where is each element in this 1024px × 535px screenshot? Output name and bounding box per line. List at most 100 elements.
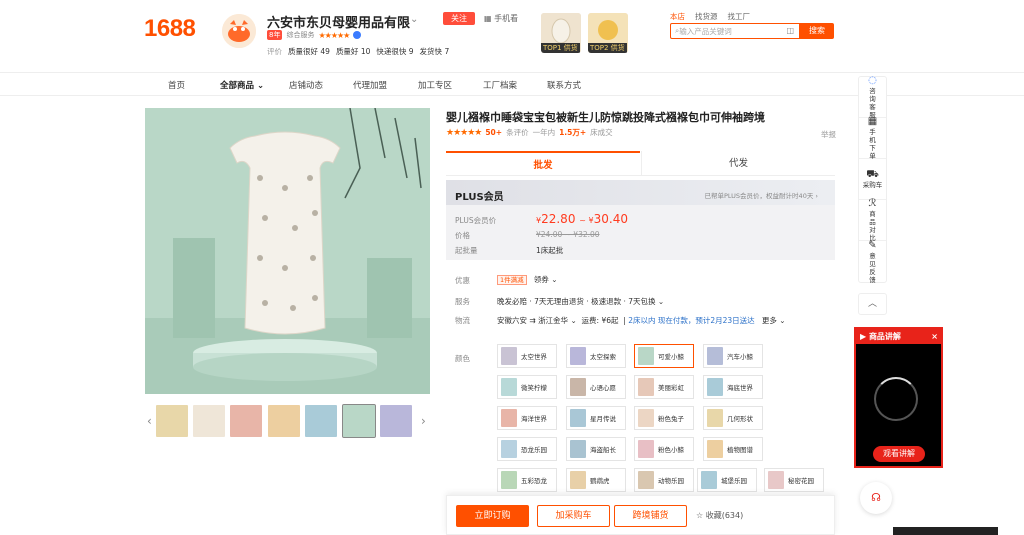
thumbnail-selected[interactable] <box>342 404 376 438</box>
buy-now-button[interactable]: 立即订购 <box>456 505 529 527</box>
score-fast-delivery[interactable]: 快递很快 9 <box>376 46 413 57</box>
qr-icon: ▦ <box>867 116 878 127</box>
color-option[interactable]: 鹦鹉虎 <box>566 468 626 492</box>
promo-tag[interactable]: 1件满减 <box>497 275 527 285</box>
verified-icon <box>353 31 362 39</box>
star-icon: ☆ <box>696 511 706 520</box>
color-swatch <box>570 440 586 458</box>
color-swatch <box>707 409 723 427</box>
shop-avatar[interactable] <box>222 14 256 48</box>
nav-agency[interactable]: 代理加盟 <box>353 79 387 91</box>
color-option-selected[interactable]: 可爱小鲸 <box>634 344 694 368</box>
color-option[interactable]: 星月传说 <box>566 406 626 430</box>
ship-to-select[interactable]: 浙江金华 ⌄ <box>538 316 577 325</box>
shop-dropdown-icon[interactable]: ⌄ <box>410 14 418 25</box>
sidebar-item-feedback[interactable]: ✎ 意见反馈 <box>859 240 886 284</box>
thumb-next-icon[interactable]: › <box>421 414 426 428</box>
search-tab-shop[interactable]: 本店 <box>670 11 685 22</box>
color-option[interactable]: 海洋世界 <box>497 406 557 430</box>
thumb-prev-icon[interactable]: ‹ <box>147 414 152 428</box>
mobile-view-link[interactable]: ▦ 手机看 <box>484 13 518 24</box>
watch-explainer-button[interactable]: 观看讲解 <box>873 446 925 462</box>
color-option[interactable]: 粉色兔子 <box>634 406 694 430</box>
camera-icon[interactable]: ◫ <box>786 26 794 35</box>
color-option[interactable]: 城堡乐园 <box>697 468 757 492</box>
thumbnail[interactable] <box>268 405 300 437</box>
nav-home[interactable]: 首页 <box>168 79 185 91</box>
color-option[interactable]: 植物图谱 <box>703 437 763 461</box>
coupon-link[interactable]: 领券 ⌄ <box>534 275 558 284</box>
color-option[interactable]: 粉色小鲸 <box>634 437 694 461</box>
score-fast-shipping[interactable]: 发货快 7 <box>420 46 450 57</box>
color-option[interactable]: 秘密花园 <box>764 468 824 492</box>
color-swatch <box>638 471 654 489</box>
sidebar-item-cart[interactable]: ⛟ 采购车 <box>859 159 886 200</box>
product-title: 婴儿襁褓巾睡袋宝宝包被新生儿防惊跳投降式襁褓包巾可伸袖跨境 <box>446 111 765 124</box>
color-option[interactable]: 心语心愿 <box>566 375 626 399</box>
reviews-count[interactable]: 50+ <box>485 128 502 137</box>
favorite-button[interactable]: ☆ 收藏(634) <box>696 510 743 521</box>
color-option[interactable]: 微笑柠檬 <box>497 375 557 399</box>
color-option[interactable]: 海盗船长 <box>566 437 626 461</box>
color-option[interactable]: 美丽彩虹 <box>634 375 694 399</box>
nav-shop-news[interactable]: 店铺动态 <box>289 79 323 91</box>
nav-processing[interactable]: 加工专区 <box>418 79 452 91</box>
plus-price-value: ¥22.80 ~ ¥30.40 <box>536 212 628 226</box>
color-option[interactable]: 几何形状 <box>703 406 763 430</box>
report-link[interactable]: 举报 <box>821 129 836 140</box>
color-option[interactable]: 五彩恐龙 <box>497 468 557 492</box>
thumbnail[interactable] <box>305 405 337 437</box>
nav-factory-profile[interactable]: 工厂档案 <box>483 79 517 91</box>
color-swatch <box>768 471 784 489</box>
thumbnail[interactable] <box>380 405 412 437</box>
color-swatch <box>570 378 586 396</box>
thumbnail[interactable] <box>156 405 188 437</box>
color-swatch <box>638 409 654 427</box>
tab-wholesale[interactable]: 批发 <box>446 151 640 176</box>
sidebar-item-customer-service[interactable]: ◌ 咨询客服 <box>859 75 886 119</box>
bottom-toolbar[interactable] <box>893 527 998 535</box>
score-label: 评价 <box>267 47 282 56</box>
color-swatch <box>501 440 517 458</box>
top-product-thumb-2[interactable]: TOP2 供货 <box>588 13 628 53</box>
plus-note[interactable]: 已帮单PLUS会员价，权益耐计时40天 › <box>704 190 818 200</box>
color-swatch <box>501 347 517 365</box>
top-product-thumb-1[interactable]: TOP1 供货 <box>541 13 581 53</box>
color-option[interactable]: 太空探索 <box>566 344 626 368</box>
video-explainer[interactable]: ▶ 商品讲解 × 观看讲解 <box>854 327 943 468</box>
color-swatch <box>501 471 517 489</box>
tab-dropship[interactable]: 代发 <box>641 151 835 176</box>
logistics-label: 物流 <box>455 316 470 325</box>
cross-border-button[interactable]: 跨境铺货 <box>614 505 687 527</box>
product-main-image[interactable] <box>145 108 430 394</box>
nav-all-products[interactable]: 全部商品 ⌄ <box>220 79 264 91</box>
search-button[interactable]: 搜索 <box>800 23 834 39</box>
close-icon[interactable]: × <box>931 329 938 344</box>
sidebar-item-mobile-order[interactable]: ▦ 手机下单 <box>859 116 886 160</box>
service-value[interactable]: 晚发必赔 · 7天无理由退货 · 极速退款 · 7天包换 ⌄ <box>497 296 664 307</box>
thumbnail[interactable] <box>230 405 262 437</box>
color-option[interactable]: 恐龙乐园 <box>497 437 557 461</box>
color-option[interactable]: 动物乐园 <box>634 468 694 492</box>
search-tab-source[interactable]: 找货源 <box>695 11 718 22</box>
score-quality-great[interactable]: 质量很好 49 <box>288 46 330 57</box>
shop-name[interactable]: 六安市东贝母婴用品有限 <box>267 12 410 31</box>
logistics-more[interactable]: 更多 ⌄ <box>762 316 786 325</box>
floating-help-button[interactable]: ☊ <box>860 482 892 514</box>
service-type-label: 综合服务 <box>286 31 315 39</box>
nav-contact[interactable]: 联系方式 <box>547 79 581 91</box>
search-input[interactable]: ⌕ 输入产品关键词 ◫ <box>670 23 800 39</box>
score-quality-good[interactable]: 质量好 10 <box>336 46 370 57</box>
color-option[interactable]: 太空世界 <box>497 344 557 368</box>
add-to-cart-button[interactable]: 加采购车 <box>537 505 610 527</box>
color-option[interactable]: 海底世界 <box>703 375 763 399</box>
search-tab-factory[interactable]: 找工厂 <box>728 11 751 22</box>
product-photo <box>145 108 430 394</box>
site-logo[interactable]: 1688 <box>144 15 196 43</box>
scroll-top-button[interactable]: ︿ <box>858 293 887 315</box>
sidebar-item-compare[interactable]: ℛ 商品对比 <box>859 198 886 242</box>
follow-button[interactable]: 关注 <box>443 12 475 25</box>
thumbnail[interactable] <box>193 405 225 437</box>
promo-row: 1件满减 领券 ⌄ <box>497 274 557 285</box>
color-option[interactable]: 汽车小鲸 <box>703 344 763 368</box>
